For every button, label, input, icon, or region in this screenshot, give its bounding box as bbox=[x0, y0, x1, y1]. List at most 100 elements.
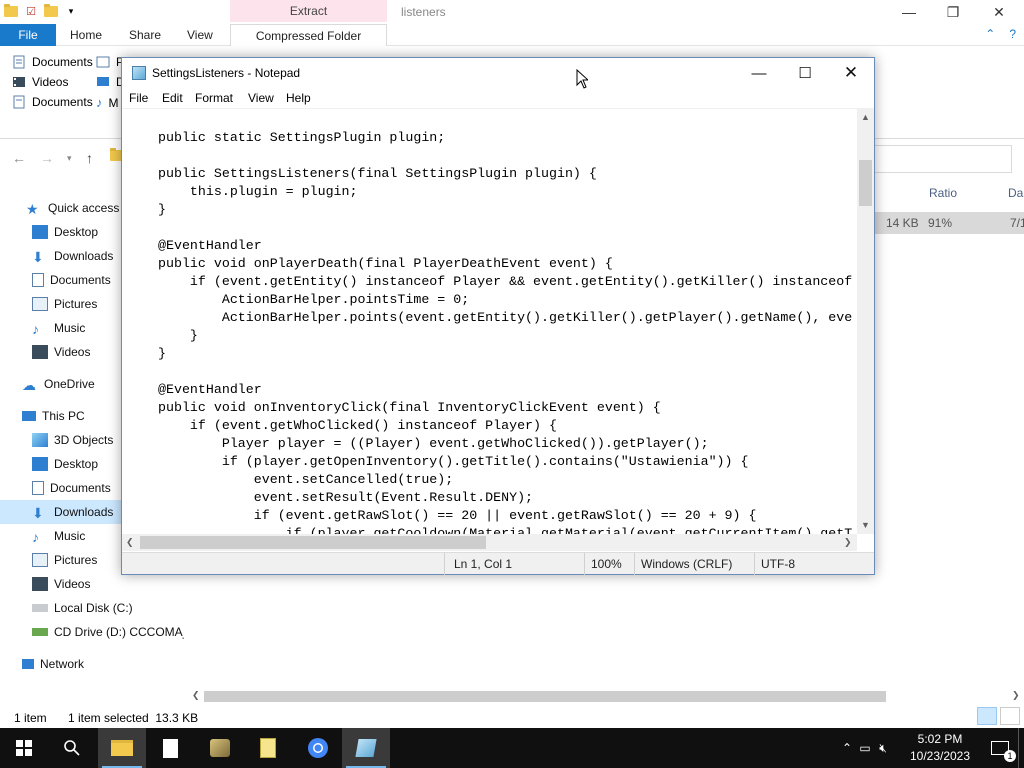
ribbon-collapse-chevron-icon[interactable]: ⌃ bbox=[985, 27, 995, 41]
notification-center-button[interactable]: 1 bbox=[976, 728, 1024, 768]
text-editor-area[interactable]: public static SettingsPlugin plugin; pub… bbox=[122, 108, 857, 534]
tab-view[interactable]: View bbox=[177, 24, 223, 46]
menu-format[interactable]: Format bbox=[195, 91, 233, 105]
pictures-icon bbox=[32, 553, 48, 567]
scroll-left-arrow-icon[interactable]: ❮ bbox=[126, 537, 134, 548]
notepad-close-button[interactable]: ✕ bbox=[828, 58, 874, 88]
zoom-level: 100% bbox=[591, 557, 622, 571]
column-header-date[interactable]: Da bbox=[1008, 186, 1023, 200]
taskbar-document[interactable] bbox=[146, 728, 194, 768]
ribbon-item-music-partial[interactable]: ♪ M bbox=[96, 95, 119, 110]
search-button[interactable] bbox=[48, 728, 96, 768]
scroll-up-arrow-icon[interactable]: ▲ bbox=[861, 112, 870, 122]
menu-help[interactable]: Help bbox=[286, 91, 311, 105]
explorer-restore-button[interactable]: ❐ bbox=[930, 0, 976, 24]
scroll-left-arrow-icon[interactable]: ❮ bbox=[192, 690, 200, 701]
vertical-scroll-thumb[interactable] bbox=[859, 160, 872, 206]
nav-item-cd-drive[interactable]: CD Drive (D:) CCCOMA_X bbox=[0, 620, 186, 644]
explorer-title-bar: ☑ ▾ Extract listeners — ❐ ✕ bbox=[0, 0, 1024, 24]
notepad-title-bar[interactable]: SettingsListeners - Notepad — ☐ ✕ bbox=[122, 58, 874, 88]
notepad-icon bbox=[132, 66, 146, 80]
taskbar-notepad[interactable] bbox=[342, 728, 390, 768]
code-line: public void onInventoryClick(final Inven… bbox=[158, 400, 661, 415]
scroll-right-arrow-icon[interactable]: ❯ bbox=[1012, 690, 1020, 701]
file-row[interactable]: 14 KB 91% 7/1 bbox=[870, 212, 1024, 234]
network-status-icon[interactable]: ▭ bbox=[856, 741, 874, 755]
computer-icon bbox=[22, 411, 36, 421]
tab-compressed-folder-tools[interactable]: Compressed Folder Tools bbox=[230, 24, 387, 65]
ribbon-item-pictures-partial[interactable]: P bbox=[96, 55, 124, 69]
explorer-close-button[interactable]: ✕ bbox=[976, 0, 1022, 24]
vertical-scrollbar[interactable]: ▲ ▼ bbox=[857, 108, 874, 534]
menu-view[interactable]: View bbox=[248, 91, 274, 105]
cursor-position: Ln 1, Col 1 bbox=[454, 557, 513, 571]
taskbar-file-explorer[interactable] bbox=[98, 728, 146, 768]
taskbar-chrome[interactable] bbox=[294, 728, 342, 768]
documents-icon bbox=[13, 95, 25, 109]
menu-file[interactable]: File bbox=[129, 91, 148, 105]
back-arrow-icon[interactable]: ← bbox=[12, 150, 26, 166]
clock[interactable]: 5:02 PM 10/23/2023 bbox=[900, 731, 980, 765]
explorer-window-title: listeners bbox=[401, 5, 446, 19]
ribbon-item-videos[interactable]: Videos bbox=[12, 75, 68, 89]
nav-network[interactable]: Network bbox=[0, 652, 186, 676]
scroll-down-arrow-icon[interactable]: ▼ bbox=[861, 520, 870, 530]
column-header-ratio[interactable]: Ratio bbox=[929, 186, 957, 200]
notes-icon bbox=[260, 738, 276, 758]
forward-arrow-icon[interactable]: → bbox=[40, 150, 54, 166]
code-line: if (event.getWhoClicked() instanceof Pla… bbox=[158, 418, 557, 433]
explorer-horizontal-scrollbar[interactable]: ❮ ❯ bbox=[190, 688, 1024, 705]
tab-share[interactable]: Share bbox=[119, 24, 171, 46]
scroll-thumb[interactable] bbox=[204, 691, 886, 702]
search-box[interactable] bbox=[868, 145, 1012, 173]
notification-count: 1 bbox=[1004, 750, 1016, 762]
code-line: ActionBarHelper.pointsTime = 0; bbox=[158, 292, 470, 307]
ribbon-item-documents-2[interactable]: Documents bbox=[12, 95, 93, 109]
nav-item-pc-videos[interactable]: Videos bbox=[0, 572, 186, 596]
help-icon[interactable]: ? bbox=[1009, 27, 1016, 41]
cube-icon bbox=[32, 433, 48, 447]
start-button[interactable] bbox=[0, 728, 48, 768]
quick-access-toolbar: ☑ ▾ bbox=[4, 3, 78, 18]
customize-chevron-icon[interactable]: ▾ bbox=[64, 4, 78, 18]
ribbon-item-documents[interactable]: Documents bbox=[12, 55, 93, 69]
recent-locations-chevron-icon[interactable]: ▾ bbox=[67, 153, 72, 164]
code-line: @EventHandler bbox=[158, 238, 262, 253]
volume-muted-icon[interactable]: 🔇︎ bbox=[874, 741, 892, 756]
details-view-button[interactable] bbox=[977, 707, 997, 725]
taskbar-archive-app[interactable] bbox=[196, 728, 244, 768]
tab-file[interactable]: File bbox=[0, 24, 56, 46]
code-line: event.setResult(Event.Result.DENY); bbox=[158, 490, 534, 505]
desktop-icon bbox=[32, 457, 48, 471]
explorer-minimize-button[interactable]: — bbox=[886, 0, 932, 24]
folder-icon[interactable] bbox=[4, 3, 18, 18]
notepad-status-bar: Ln 1, Col 1 100% Windows (CRLF) UTF-8 bbox=[122, 552, 874, 575]
properties-icon[interactable]: ☑ bbox=[24, 4, 38, 18]
notepad-window-title: SettingsListeners - Notepad bbox=[152, 66, 301, 80]
up-arrow-icon[interactable]: ↑ bbox=[86, 150, 93, 166]
large-icons-view-button[interactable] bbox=[1000, 707, 1020, 725]
show-desktop-button[interactable] bbox=[1018, 728, 1024, 768]
selection-info: 1 item selected 13.3 KB bbox=[68, 711, 199, 725]
music-icon: ♪ bbox=[32, 321, 39, 337]
menu-edit[interactable]: Edit bbox=[162, 91, 183, 105]
extract-context-tab: Extract bbox=[230, 0, 387, 22]
notepad-menu-bar: File Edit Format View Help bbox=[122, 88, 874, 108]
notepad-maximize-button[interactable]: ☐ bbox=[782, 58, 828, 88]
code-line: if (event.getEntity() instanceof Player … bbox=[158, 274, 853, 289]
download-arrow-icon: ⬇ bbox=[32, 249, 44, 265]
code-line: Player player = ((Player) event.getWhoCl… bbox=[158, 436, 709, 451]
nav-item-local-disk[interactable]: Local Disk (C:) bbox=[0, 596, 186, 620]
windows-logo-icon bbox=[16, 740, 32, 756]
horizontal-scrollbar[interactable]: ❮ ❯ bbox=[122, 534, 857, 551]
horizontal-scroll-thumb[interactable] bbox=[140, 536, 486, 549]
code-line: if (player.getCooldown(Material.getMater… bbox=[158, 526, 853, 534]
new-folder-icon[interactable] bbox=[44, 3, 58, 18]
notepad-minimize-button[interactable]: — bbox=[736, 58, 782, 88]
desktop-icon bbox=[32, 225, 48, 239]
show-hidden-icons-chevron-icon[interactable]: ⌃ bbox=[838, 741, 856, 755]
tab-home[interactable]: Home bbox=[60, 24, 112, 46]
scroll-right-arrow-icon[interactable]: ❯ bbox=[844, 537, 852, 548]
taskbar-notes[interactable] bbox=[244, 728, 292, 768]
